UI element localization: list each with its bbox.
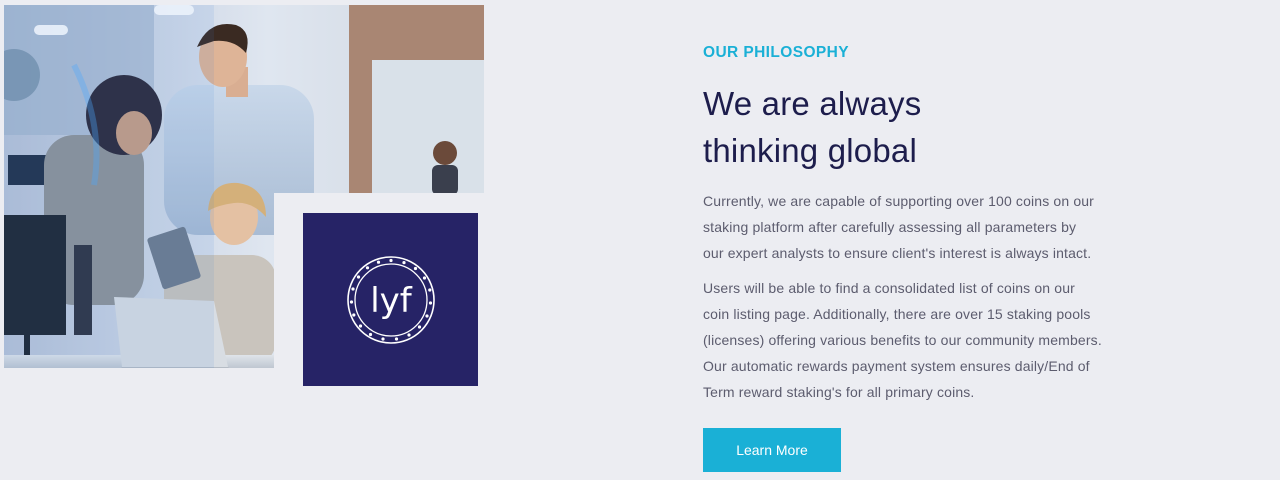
paragraph-line: coin listing page. Additionally, there a… [703,306,1091,322]
section-headline: We are always thinking global [703,80,1143,174]
section-eyebrow: OUR PHILOSOPHY [703,44,849,61]
lyf-logo-tile: lyf [303,213,478,386]
paragraph-line: staking platform after carefully assessi… [703,219,1077,235]
headline-line-1: We are always [703,85,922,122]
learn-more-button[interactable]: Learn More [703,428,841,472]
paragraph-coin-listing: Users will be able to find a consolidate… [703,275,1143,405]
paragraph-coins-support: Currently, we are capable of supporting … [703,188,1143,266]
philosophy-section: lyf OUR PHILOSOPHY We are always thinkin… [0,0,1280,480]
logo-wordmark: lyf [370,281,413,321]
lyf-logo-icon: lyf [346,255,435,344]
paragraph-line: Users will be able to find a consolidate… [703,280,1075,296]
paragraph-line: Our automatic rewards payment system ens… [703,358,1090,374]
headline-line-2: thinking global [703,132,917,169]
paragraph-line: Currently, we are capable of supporting … [703,193,1094,209]
paragraph-line: (licenses) offering various benefits to … [703,332,1102,348]
paragraph-line: Term reward staking's for all primary co… [703,384,975,400]
philosophy-content: OUR PHILOSOPHY We are always thinking gl… [703,40,1143,472]
paragraph-line: our expert analysts to ensure client's i… [703,245,1092,261]
